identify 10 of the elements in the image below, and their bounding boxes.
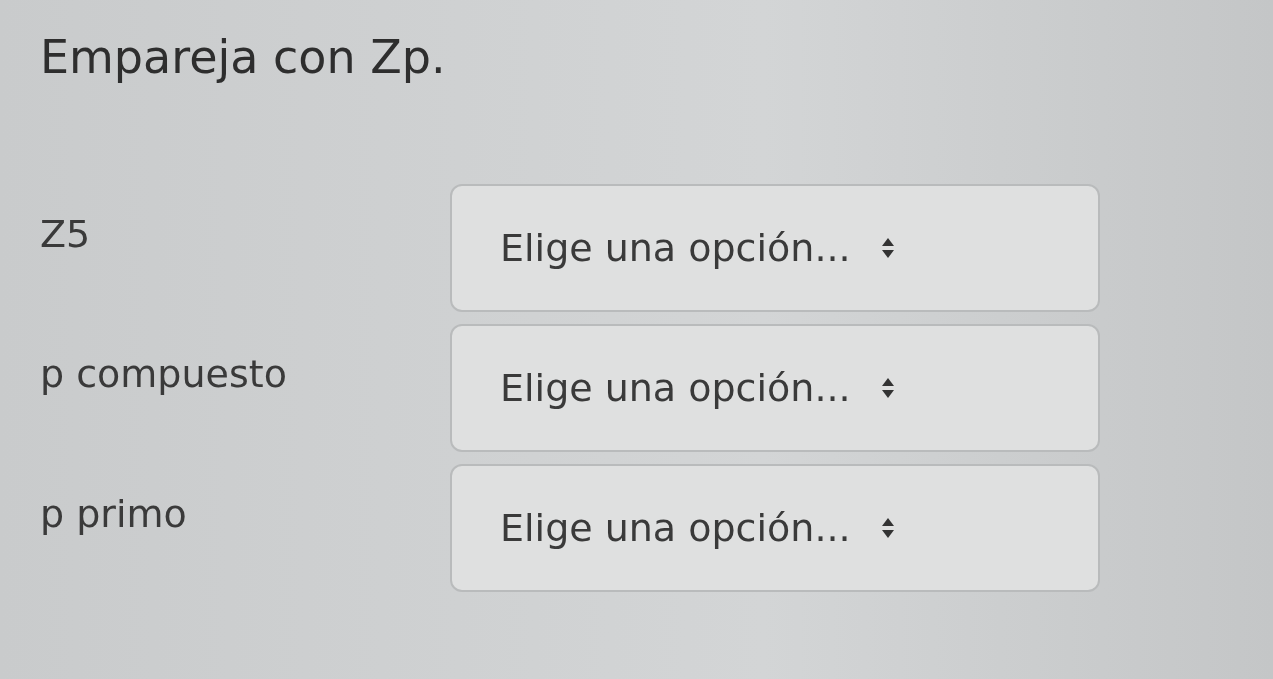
- select-field[interactable]: Elige una opción...: [450, 184, 1100, 312]
- sort-arrows-icon: [880, 517, 895, 539]
- item-label: Z5: [40, 211, 92, 256]
- select-field[interactable]: Elige una opción...: [450, 464, 1100, 592]
- page-title: Empareja con Zp.: [40, 30, 447, 84]
- sort-arrows-icon: [880, 377, 895, 399]
- select-field[interactable]: Elige una opción...: [450, 324, 1100, 452]
- sort-arrows-icon: [880, 237, 895, 259]
- item-label: p primo: [40, 491, 188, 536]
- item-label: p compuesto: [40, 351, 288, 396]
